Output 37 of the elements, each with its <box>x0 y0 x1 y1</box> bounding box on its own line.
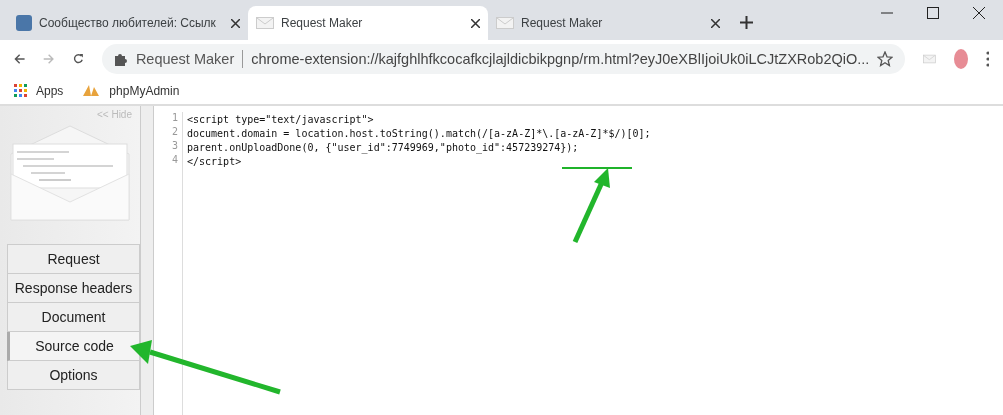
sailboat-icon <box>81 84 102 98</box>
sidebar-tab[interactable]: Request <box>7 244 140 274</box>
bookmark[interactable]: phpMyAdmin <box>81 84 180 98</box>
code-line: document.domain = location.host.toString().match(/[a-zA-Z]*\.[a-zA-Z]*$/)[0]; <box>186 127 651 139</box>
code-line: <script type="text/javascript"> <box>186 113 374 125</box>
puzzle-icon <box>113 52 128 66</box>
line-number: 1 <box>154 112 183 126</box>
line-number: 2 <box>154 126 183 140</box>
envelope-icon <box>256 17 274 29</box>
bookmark[interactable]: Apps <box>14 84 64 98</box>
tab-title: Сообщество любителей: Ссылк <box>39 16 217 30</box>
apps-grid-icon <box>14 84 28 98</box>
close-icon[interactable] <box>711 18 720 28</box>
browser-tab[interactable]: Request Maker <box>488 6 728 40</box>
line-number: 3 <box>154 140 183 154</box>
star-icon[interactable] <box>877 51 894 67</box>
close-icon[interactable] <box>471 18 480 28</box>
menu-icon[interactable] <box>986 51 989 67</box>
underline-mark <box>561 167 633 169</box>
browser-tab[interactable]: Request Maker <box>248 6 488 40</box>
new-tab-icon[interactable] <box>740 16 753 29</box>
sidebar-tab[interactable]: Source code <box>7 332 140 361</box>
code-line: </script> <box>186 155 242 167</box>
maximize-icon[interactable] <box>927 7 939 19</box>
close-icon[interactable] <box>973 7 985 19</box>
sidebar-tab[interactable]: Response headers <box>7 274 140 303</box>
line-number: 4 <box>154 154 183 168</box>
browser-tab[interactable]: Сообщество любителей: Ссылк <box>8 6 248 40</box>
close-icon[interactable] <box>231 18 240 28</box>
tab-title: Request Maker <box>521 16 604 30</box>
sidebar-tab[interactable]: Options <box>7 361 140 390</box>
tab-title: Request Maker <box>281 16 364 30</box>
site-icon <box>16 15 32 31</box>
envelope-icon <box>496 17 514 29</box>
address-bar[interactable]: Request Maker chrome-extension://kajfghlhfkcocafkcjlajldicbikpgnp/rm.html?eyJ0eXBlIjoiUk0iLCJtZXRob2QiO... <box>101 44 906 74</box>
sidebar-tab[interactable]: Document <box>7 303 140 332</box>
code-line: parent.onUploadDone(0, {"user_id":7749969,"photo_id":457239274}); <box>186 141 579 153</box>
